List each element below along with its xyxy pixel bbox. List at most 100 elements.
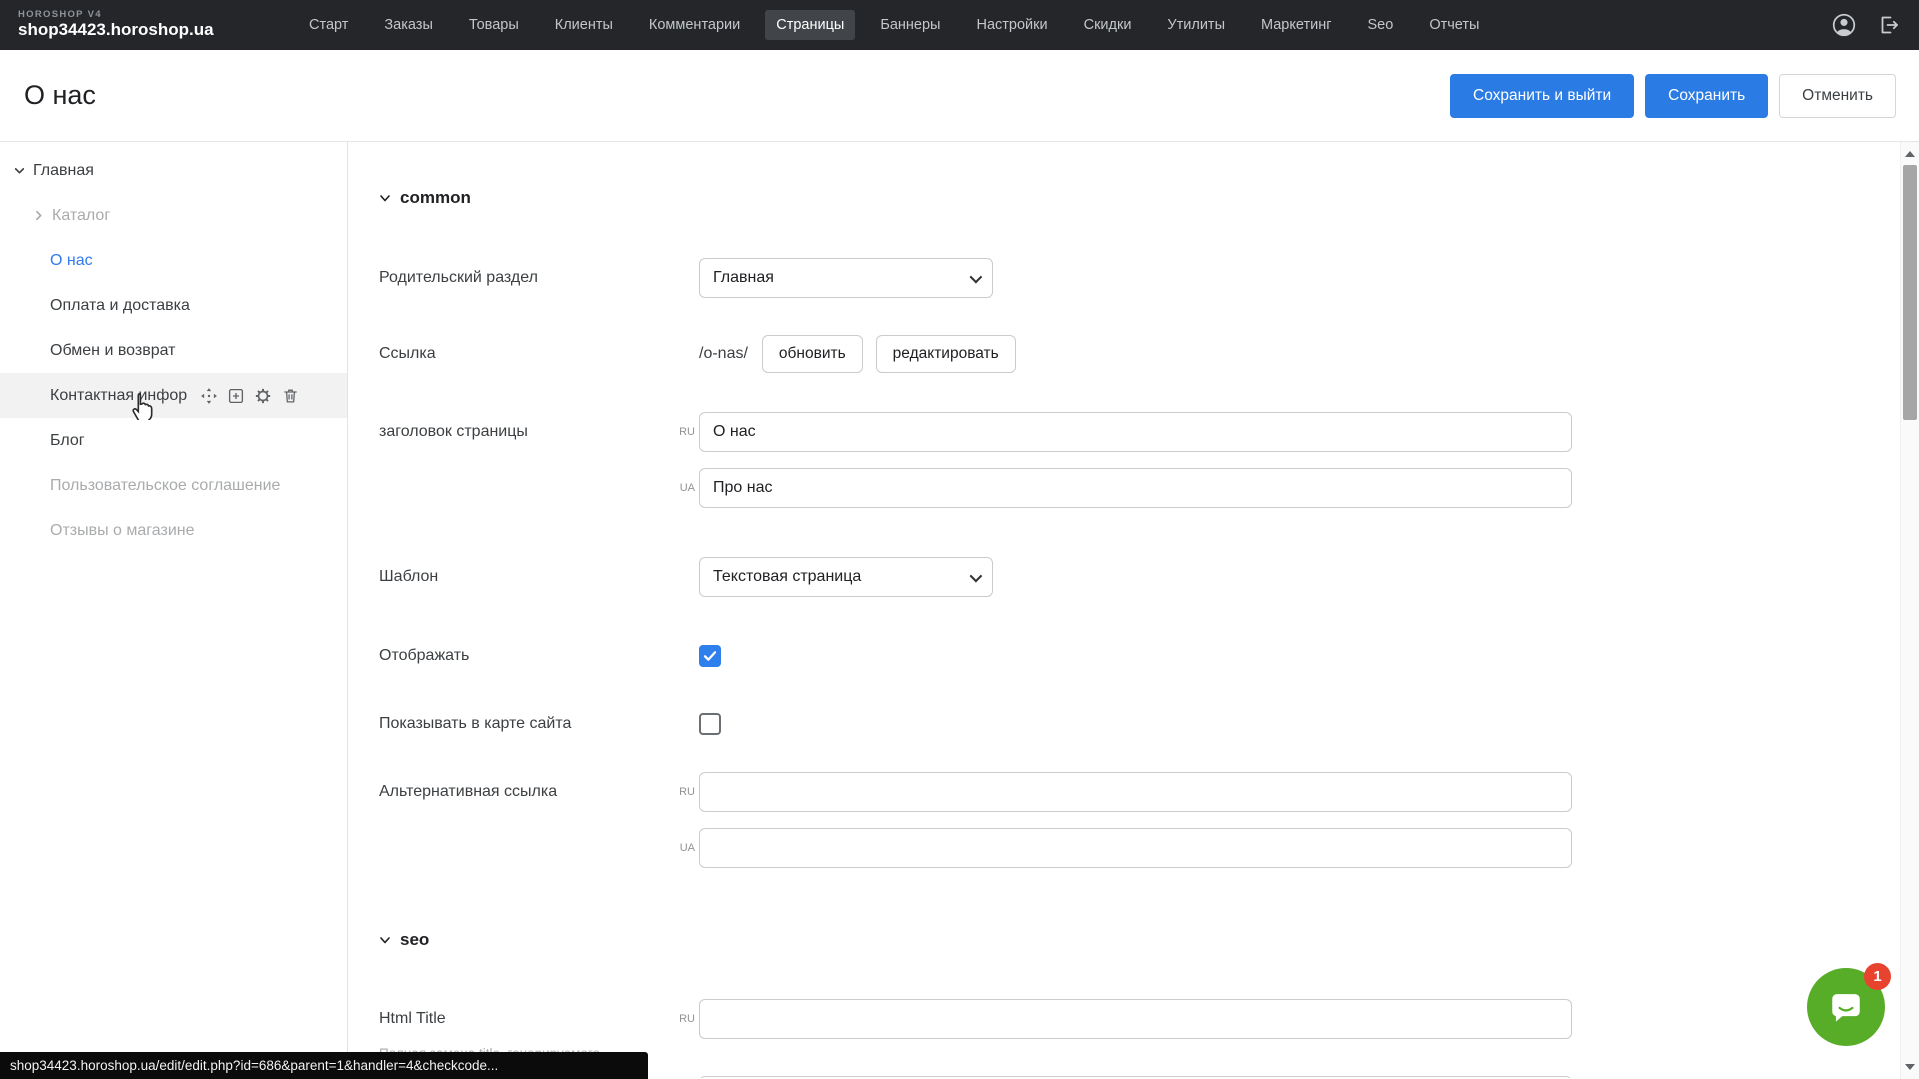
logout-icon[interactable] <box>1875 12 1901 38</box>
cancel-button[interactable]: Отменить <box>1779 74 1896 118</box>
menu-item-pages[interactable]: Страницы <box>765 10 855 40</box>
display-label: Отображать <box>379 647 699 665</box>
parent-section-value: Главная <box>713 269 774 287</box>
menu-item-orders[interactable]: Заказы <box>373 10 443 40</box>
chat-unread-badge: 1 <box>1864 963 1891 990</box>
alt-link-ua-input[interactable] <box>699 828 1572 868</box>
menu-item-start[interactable]: Старт <box>298 10 359 40</box>
sidebar-item-label: Главная <box>33 162 94 180</box>
parent-section-row: Родительский раздел Главная <box>379 258 1919 298</box>
link-path: /o-nas/ <box>699 345 748 363</box>
sidebar-item-katalog[interactable]: Каталог <box>0 193 347 238</box>
display-checkbox[interactable] <box>699 645 721 667</box>
alt-link-ua-row: UA <box>379 828 1919 868</box>
save-button[interactable]: Сохранить <box>1645 74 1768 118</box>
sidebar-item-otzyvy-o-magazine[interactable]: Отзывы о магазине <box>0 508 347 553</box>
page-title-ua-row: UA <box>379 468 1919 508</box>
alt-link-ru-input[interactable] <box>699 772 1572 812</box>
sitemap-row: Показывать в карте сайта <box>379 713 1919 735</box>
sidebar-item-polzovatelskoe-soglashenie[interactable]: Пользовательское соглашение <box>0 463 347 508</box>
page-title: О нас <box>24 80 96 111</box>
sidebar-item-label: Контактная инфор <box>50 387 187 405</box>
sidebar-item-label: Отзывы о магазине <box>50 522 195 540</box>
sidebar-item-obmen-i-vozvrat[interactable]: Обмен и возврат <box>0 328 347 373</box>
page-title-label: заголовок страницы <box>379 423 699 441</box>
scrollbar-thumb[interactable] <box>1903 165 1917 420</box>
alt-link-ru-row: Альтернативная ссылка RU <box>379 772 1919 812</box>
menu-item-seo[interactable]: Seo <box>1357 10 1405 40</box>
sitemap-label: Показывать в карте сайта <box>379 715 699 733</box>
menu-item-banners[interactable]: Баннеры <box>869 10 951 40</box>
menu-item-utilities[interactable]: Утилиты <box>1156 10 1236 40</box>
section-seo-title: seo <box>400 930 429 950</box>
section-common-title: common <box>400 188 471 208</box>
lang-tag-ua: UA <box>671 842 695 854</box>
lang-tag-ru: RU <box>671 786 695 798</box>
html-title-label: Html Title <box>379 1010 446 1027</box>
section-common-header[interactable]: common <box>379 188 1919 208</box>
page-title-ru-row: заголовок страницы RU <box>379 412 1919 452</box>
template-select[interactable]: Текстовая страница <box>699 557 993 597</box>
brand: HOROSHOP V4 shop34423.horoshop.ua <box>18 10 248 39</box>
sidebar-item-actions <box>200 387 299 405</box>
page-header: О нас Сохранить и выйти Сохранить Отмени… <box>0 50 1919 142</box>
sitemap-checkbox[interactable] <box>699 713 721 735</box>
chevron-down-icon[interactable] <box>12 164 26 178</box>
settings-icon[interactable] <box>254 387 272 405</box>
scroll-up-icon[interactable] <box>1901 146 1919 162</box>
sidebar-item-label: Каталог <box>52 207 110 225</box>
html-title-ru-input[interactable] <box>699 999 1572 1039</box>
sidebar-item-kontaktnaya-informatsiya[interactable]: Контактная инфор <box>0 373 347 418</box>
link-label: Ссылка <box>379 345 699 363</box>
menu-item-comments[interactable]: Комментарии <box>638 10 751 40</box>
vertical-scrollbar[interactable] <box>1900 142 1919 1079</box>
chevron-down-icon <box>970 270 983 283</box>
chevron-right-icon[interactable] <box>31 209 45 223</box>
sidebar-item-glavnaya[interactable]: Главная <box>0 148 347 193</box>
lang-tag-ru: RU <box>671 1013 695 1025</box>
menu-item-settings[interactable]: Настройки <box>965 10 1058 40</box>
lang-tag-ru: RU <box>671 426 695 438</box>
check-icon <box>702 648 718 664</box>
parent-section-label: Родительский раздел <box>379 269 699 287</box>
menu-item-marketing[interactable]: Маркетинг <box>1250 10 1343 40</box>
template-value: Текстовая страница <box>713 568 861 586</box>
scroll-down-icon[interactable] <box>1901 1059 1919 1075</box>
delete-icon[interactable] <box>281 387 299 405</box>
sidebar-item-label: Пользовательское соглашение <box>50 477 280 495</box>
html-title-ua-input[interactable] <box>699 1076 1572 1078</box>
chevron-down-icon <box>379 934 391 946</box>
move-icon[interactable] <box>200 387 218 405</box>
top-navigation-bar: HOROSHOP V4 shop34423.horoshop.ua Старт … <box>0 0 1919 50</box>
status-bar-link-preview: shop34423.horoshop.ua/edit/edit.php?id=6… <box>0 1052 648 1079</box>
sidebar-item-label: Блог <box>50 432 85 450</box>
account-icon[interactable] <box>1831 12 1857 38</box>
add-icon[interactable] <box>227 387 245 405</box>
main-menu: Старт Заказы Товары Клиенты Комментарии … <box>298 10 1490 40</box>
section-seo-header[interactable]: seo <box>379 930 1919 950</box>
menu-item-products[interactable]: Товары <box>458 10 530 40</box>
chevron-down-icon <box>379 192 391 204</box>
page-title-ua-input[interactable] <box>699 468 1572 508</box>
sidebar-item-blog[interactable]: Блог <box>0 418 347 463</box>
chat-widget-button[interactable]: 1 <box>1807 968 1885 1046</box>
lang-tag-ua: UA <box>671 482 695 494</box>
sidebar-item-o-nas[interactable]: О нас <box>0 238 347 283</box>
display-row: Отображать <box>379 645 1919 667</box>
parent-section-select[interactable]: Главная <box>699 258 993 298</box>
template-label: Шаблон <box>379 568 699 586</box>
alt-link-label: Альтернативная ссылка <box>379 783 699 801</box>
menu-item-discounts[interactable]: Скидки <box>1073 10 1143 40</box>
edit-link-button[interactable]: редактировать <box>876 335 1016 373</box>
brand-domain: shop34423.horoshop.ua <box>18 21 248 40</box>
menu-item-reports[interactable]: Отчеты <box>1418 10 1490 40</box>
sidebar-item-oplata-i-dostavka[interactable]: Оплата и доставка <box>0 283 347 328</box>
chevron-down-icon <box>970 569 983 582</box>
page-title-ru-input[interactable] <box>699 412 1572 452</box>
save-and-exit-button[interactable]: Сохранить и выйти <box>1450 74 1634 118</box>
sidebar-item-label: Обмен и возврат <box>50 342 175 360</box>
pages-tree-sidebar: Главная Каталог О нас Оплата и доставка … <box>0 142 348 1078</box>
refresh-link-button[interactable]: обновить <box>762 335 863 373</box>
template-row: Шаблон Текстовая страница <box>379 557 1919 597</box>
menu-item-clients[interactable]: Клиенты <box>544 10 624 40</box>
